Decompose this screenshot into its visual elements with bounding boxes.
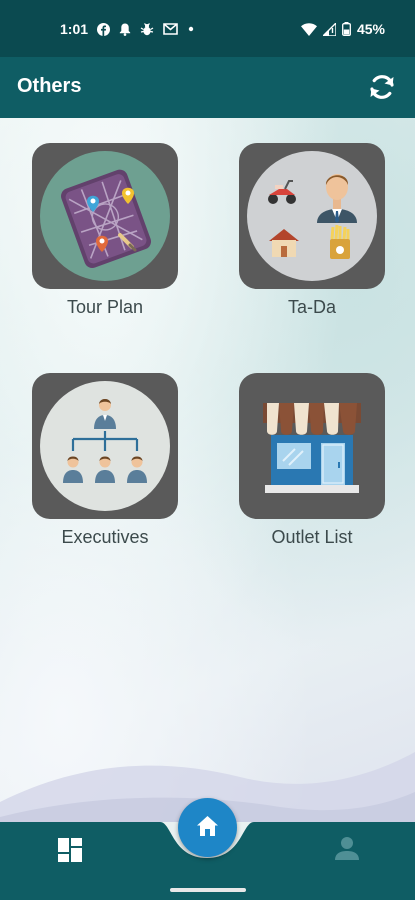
tile-tour-plan[interactable]: Tour Plan [32, 143, 178, 318]
travel-allowance-icon [268, 174, 357, 259]
tile-icon-box [239, 143, 385, 289]
status-time: 1:01 [60, 21, 89, 37]
gesture-bar [170, 888, 246, 892]
gmail-icon [163, 23, 178, 35]
tile-outlet-list[interactable]: Outlet List [239, 373, 385, 548]
tile-label: Tour Plan [66, 297, 144, 317]
tile-label: Executives [61, 527, 149, 547]
profile-button[interactable] [333, 834, 361, 862]
dashboard-button[interactable] [56, 836, 84, 864]
tile-label: Ta-Da [287, 297, 336, 317]
main-content: Tour Plan Ta-Da Executives Outlet List [0, 118, 415, 822]
refresh-icon [370, 75, 394, 99]
tile-icon-box [32, 143, 178, 289]
home-button[interactable] [178, 798, 237, 857]
dashboard-icon [58, 838, 82, 862]
status-left: 1:01 [60, 21, 195, 37]
app-bar: Others [0, 57, 415, 118]
tile-label: Outlet List [271, 527, 353, 547]
tile-icon-box [32, 373, 178, 519]
bottom-nav [0, 798, 415, 900]
status-right: 45% [300, 21, 385, 37]
refresh-button[interactable] [366, 71, 398, 103]
signal-icon [322, 22, 336, 36]
dot-icon [188, 26, 194, 32]
profile-icon [335, 837, 359, 860]
tile-executives[interactable]: Executives [32, 373, 178, 548]
status-bar: 1:01 45% [0, 0, 415, 57]
wifi-icon [300, 22, 317, 36]
home-icon [197, 816, 218, 836]
notification-bell-icon [119, 23, 131, 36]
store-icon [263, 403, 361, 493]
battery-percent: 45% [356, 21, 385, 37]
page-title: Others [17, 75, 82, 97]
battery-icon [342, 22, 351, 36]
tile-icon-box [239, 373, 385, 519]
facebook-icon [97, 22, 111, 36]
tile-ta-da[interactable]: Ta-Da [239, 143, 385, 318]
org-chart-icon [63, 399, 147, 483]
map-location-icon [61, 169, 152, 269]
bug-icon [140, 22, 154, 35]
